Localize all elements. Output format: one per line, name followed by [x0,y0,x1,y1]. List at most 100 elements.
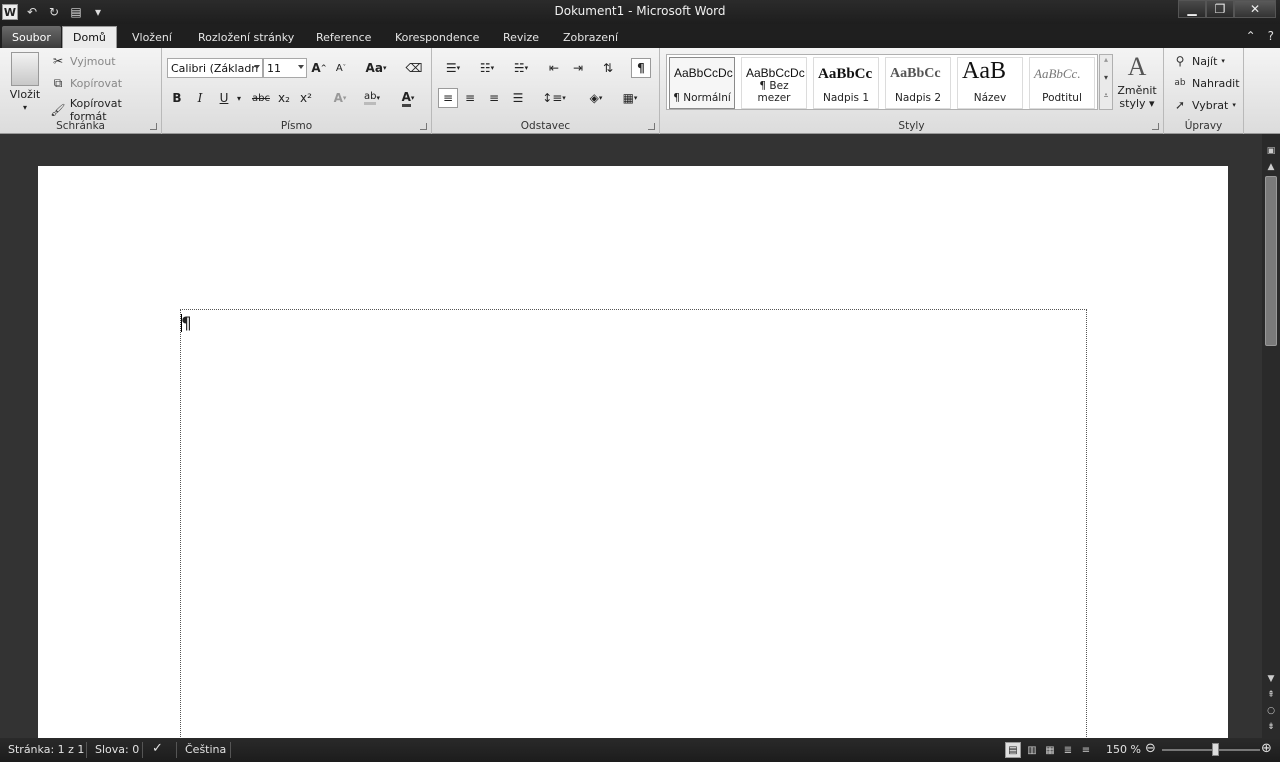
change-case-icon: Aa [365,61,383,75]
underline-icon: U [219,91,229,105]
style-name: Nadpis 2 [894,92,942,104]
language[interactable]: Čeština [185,743,226,756]
font-size-combo[interactable]: 11 [263,58,307,78]
style-heading-2[interactable]: AaBbCc Nadpis 2 [885,57,951,109]
numbering-button[interactable]: ☷ ▾ [472,58,502,78]
underline-dropdown[interactable]: ▾ [234,88,244,108]
increase-indent-button[interactable]: ⇥ [568,58,588,78]
copy-label: Kopírovat [70,76,123,90]
align-left-button[interactable]: ≡ [438,88,458,108]
browse-object-icon[interactable]: ○ [1262,704,1280,718]
maximize-button[interactable]: ❐ [1206,0,1234,18]
grow-font-button[interactable]: A ^ [309,58,329,78]
document-page[interactable]: ¶ [38,166,1228,738]
tab-review[interactable]: Revize [493,26,549,48]
word-count[interactable]: Slova: 0 [95,743,139,756]
scroll-down-icon[interactable]: ▼ [1262,672,1280,686]
text-boundaries[interactable]: ¶ [180,309,1087,738]
outdent-icon: ⇤ [548,61,560,75]
style-normal[interactable]: AaBbCcDc ¶ Normální [669,57,735,109]
ruler-toggle-icon[interactable]: ▣ [1262,144,1280,158]
dialog-launcher-icon[interactable] [648,123,655,130]
chevron-down-icon [254,65,260,69]
justify-button[interactable]: ☰ [508,88,528,108]
scroll-up-icon[interactable]: ▲ [1262,160,1280,174]
shading-button[interactable]: ◈ ▾ [582,88,610,108]
close-button[interactable]: ✕ [1234,0,1276,18]
copy-button[interactable]: ⧉ Kopírovat [50,75,122,91]
tab-view[interactable]: Zobrazení [553,26,628,48]
zoom-level[interactable]: 150 % [1106,743,1141,756]
gallery-more-icon[interactable]: ⩡ [1100,91,1112,109]
shrink-font-button[interactable]: Aˇ [331,58,351,78]
group-label-paragraph: Odstavec [520,120,571,132]
gallery-up-icon[interactable]: ▴ [1100,55,1112,73]
superscript-button[interactable]: x² [296,88,316,108]
align-right-button[interactable]: ≡ [484,88,504,108]
sort-button[interactable]: ⇅ [598,58,618,78]
line-spacing-button[interactable]: ↕≡ ▾ [540,88,568,108]
vertical-scrollbar[interactable]: ▣ ▲ ▼ ⇞ ○ ⇟ [1262,134,1280,738]
print-layout-view-icon[interactable]: ▤ [1005,742,1021,758]
style-subtitle[interactable]: AaBbCc. Podtitul [1029,57,1095,109]
dialog-launcher-icon[interactable] [150,123,157,130]
gallery-down-icon[interactable]: ▾ [1100,73,1112,91]
ribbon: Vložit ▾ ✂ Vyjmout ⧉ Kopírovat 🖌 Kopírovat … [0,48,1280,134]
font-name-combo[interactable]: Calibri (Základn [167,58,263,78]
font-color-icon: A [401,90,411,107]
tab-mailings[interactable]: Korespondence [385,26,489,48]
dialog-launcher-icon[interactable] [420,123,427,130]
paste-button[interactable]: Vložit ▾ [8,52,42,112]
style-title[interactable]: AaB Název [957,57,1023,109]
draft-view-icon[interactable]: ≡ [1078,742,1094,758]
show-formatting-marks-button[interactable]: ¶ [631,58,651,78]
outline-view-icon[interactable]: ≣ [1060,742,1076,758]
align-center-button[interactable]: ≡ [460,88,480,108]
dialog-launcher-icon[interactable] [1152,123,1159,130]
tab-insert[interactable]: Vložení [122,26,182,48]
web-layout-icon[interactable]: ▦ [1042,742,1058,758]
clear-formatting-button[interactable]: ⌫ [404,58,424,78]
bold-icon: B [172,91,182,105]
change-styles-button[interactable]: A Změnit styly ▾ [1117,52,1156,110]
previous-page-icon[interactable]: ⇞ [1262,688,1280,702]
zoom-slider-track[interactable] [1162,749,1260,751]
style-no-spacing[interactable]: AaBbCcDc ¶ Bez mezer [741,57,807,109]
style-heading-1[interactable]: AaBbCc Nadpis 1 [813,57,879,109]
decrease-indent-button[interactable]: ⇤ [544,58,564,78]
select-button[interactable]: ➚ Vybrat ▾ [1172,97,1236,113]
help-icon[interactable]: ? [1268,29,1274,43]
bold-button[interactable]: B [167,88,187,108]
font-name-value: Calibri (Základn [171,61,259,75]
zoom-slider-thumb[interactable] [1212,743,1219,756]
highlight-button[interactable]: ab ▾ [358,88,386,108]
page-count[interactable]: Stránka: 1 z 1 [8,743,84,756]
full-screen-reading-icon[interactable]: ▥ [1024,742,1040,758]
eraser-icon: ⌫ [405,61,423,75]
borders-button[interactable]: ▦ ▾ [616,88,644,108]
underline-button[interactable]: U [214,88,234,108]
next-page-icon[interactable]: ⇟ [1262,720,1280,734]
change-case-button[interactable]: Aa ▾ [362,58,390,78]
subscript-button[interactable]: x₂ [274,88,294,108]
zoom-in-icon[interactable]: ⊕ [1261,741,1272,756]
tab-file[interactable]: Soubor [2,26,61,48]
replace-button[interactable]: ab Nahradit [1172,75,1239,91]
cut-button[interactable]: ✂ Vyjmout [50,53,116,69]
tab-references[interactable]: Reference [306,26,381,48]
tab-home[interactable]: Domů [62,26,117,48]
proofing-icon[interactable]: ✓ [152,741,163,756]
bullets-button[interactable]: ☰ ▾ [438,58,468,78]
minimize-ribbon-icon[interactable]: ⌃ [1246,29,1256,43]
find-button[interactable]: ⚲ Najít ▾ [1172,53,1225,69]
minimize-button[interactable]: ▁ [1178,0,1206,18]
italic-button[interactable]: I [190,88,210,108]
tab-page-layout[interactable]: Rozložení stránky [188,26,304,48]
strikethrough-button[interactable]: abc [250,88,272,108]
text-effects-button[interactable]: A ▾ [328,88,352,108]
scroll-thumb[interactable] [1265,176,1277,346]
multilevel-list-button[interactable]: ☵ ▾ [506,58,536,78]
zoom-out-icon[interactable]: ⊖ [1145,741,1156,756]
font-color-button[interactable]: A ▾ [394,88,422,108]
group-label-clipboard: Schránka [56,120,105,132]
